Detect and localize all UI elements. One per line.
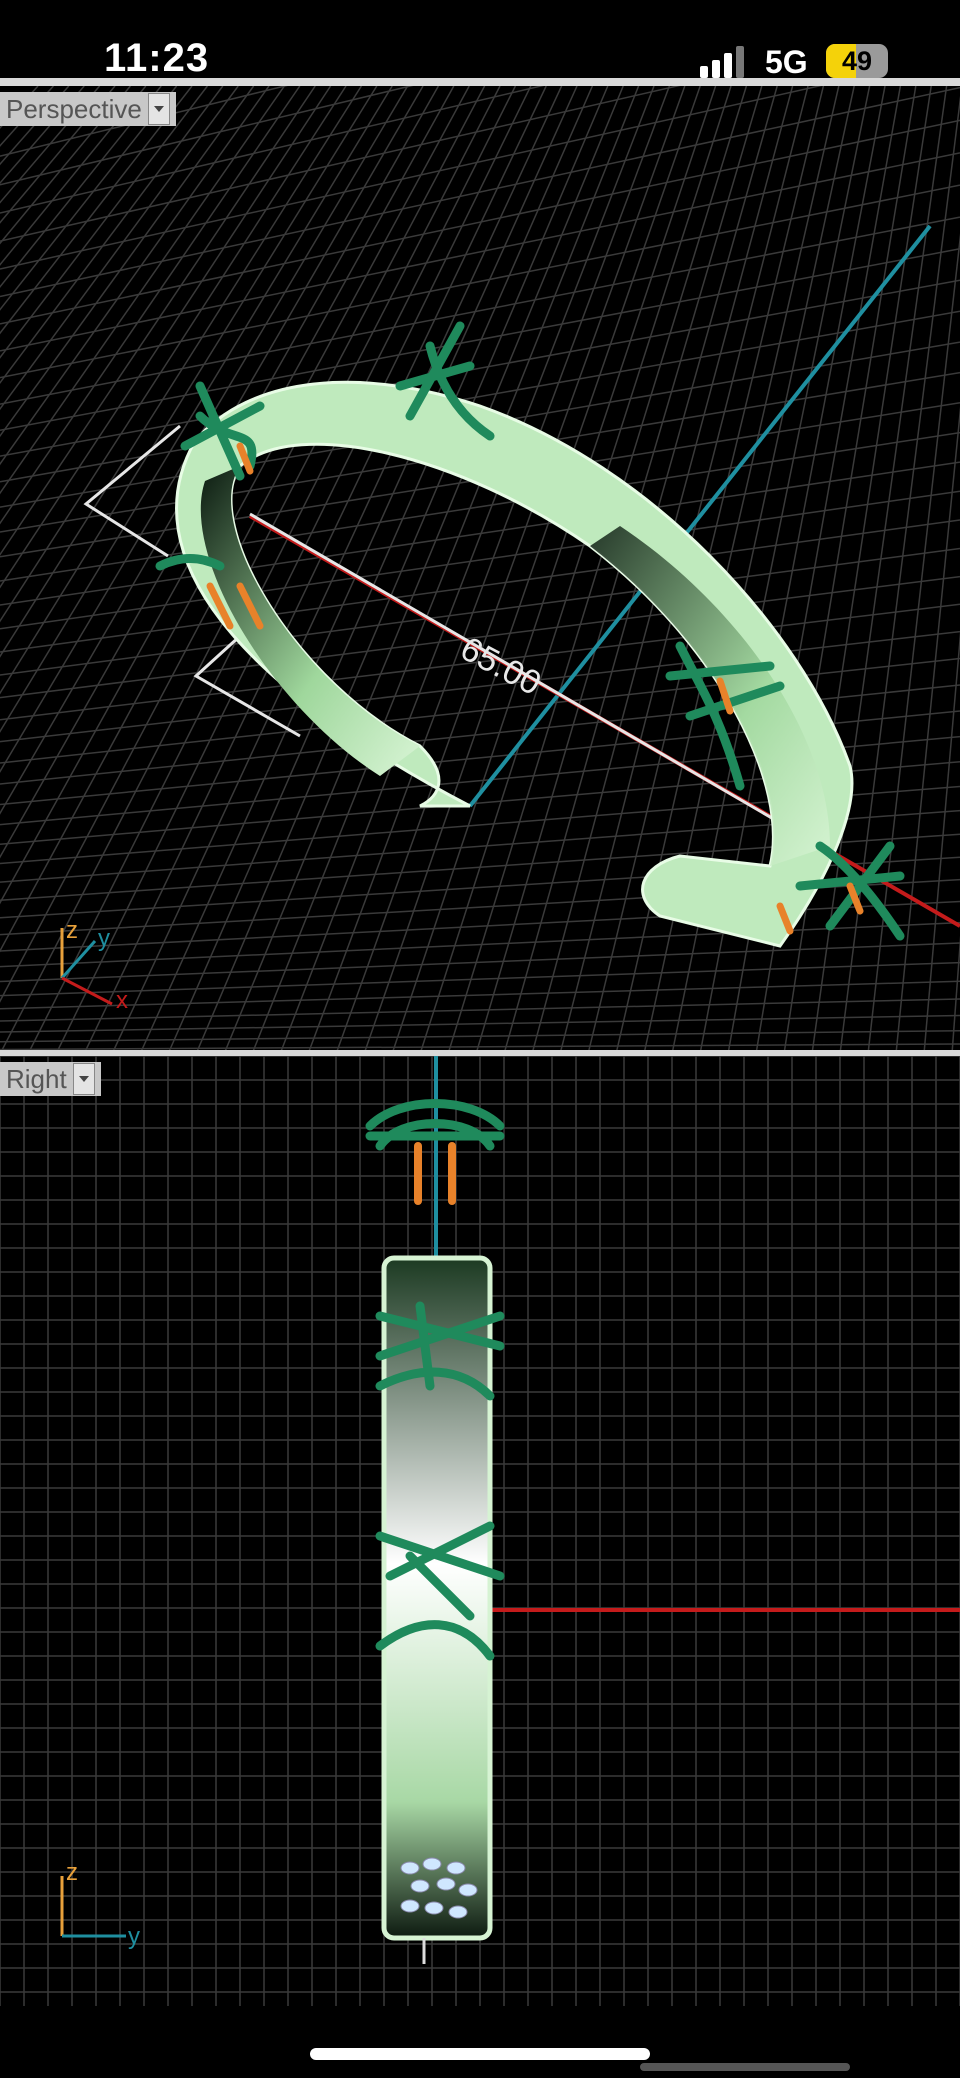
right-viewport[interactable]: z y Right <box>0 1050 960 2006</box>
home-indicator[interactable] <box>310 2048 650 2060</box>
svg-text:z: z <box>66 1859 78 1886</box>
svg-text:y: y <box>128 1923 140 1950</box>
dimension-label: 65.00 <box>454 630 547 704</box>
viewport-label-right[interactable]: Right <box>0 1062 101 1096</box>
battery-icon: 49 <box>826 44 888 78</box>
viewport-label-perspective[interactable]: Perspective <box>0 92 176 126</box>
svg-text:x: x <box>116 987 128 1014</box>
network-type: 5G <box>765 44 808 80</box>
right-canvas[interactable]: z y <box>0 1056 960 2006</box>
dropdown-icon[interactable] <box>147 93 170 125</box>
y-axis-line <box>468 224 932 808</box>
battery-level: 49 <box>841 46 873 76</box>
perspective-canvas[interactable]: 65.00 z y x <box>0 86 960 1054</box>
dropdown-icon[interactable] <box>72 1063 95 1095</box>
status-bar: 11:23 5G 49 <box>0 0 960 80</box>
svg-text:z: z <box>66 917 78 944</box>
bangle-side-view <box>381 1255 493 1941</box>
svg-text:y: y <box>98 925 110 952</box>
signal-icon <box>700 44 748 78</box>
home-indicator-secondary <box>640 2063 850 2071</box>
status-time: 11:23 <box>104 36 210 80</box>
perspective-grid <box>0 86 960 1054</box>
perspective-viewport[interactable]: 65.00 z y x Perspective <box>0 78 960 1054</box>
axis-gizmo: z y x <box>60 917 128 1014</box>
